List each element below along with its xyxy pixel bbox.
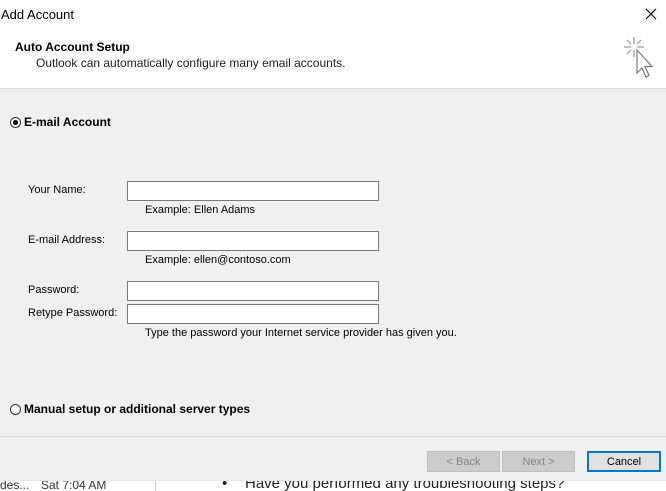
your-name-label: Your Name: — [28, 184, 86, 196]
wizard-sparkle-cursor-icon — [624, 37, 654, 78]
email-account-radio[interactable] — [10, 116, 21, 128]
your-name-input[interactable] — [127, 181, 379, 201]
retype-password-input[interactable] — [127, 304, 379, 324]
email-address-label: E-mail Address: — [28, 234, 106, 246]
cancel-button[interactable]: Cancel — [587, 451, 661, 472]
background-divider — [155, 481, 156, 491]
your-name-hint: Example: Ellen Adams — [145, 204, 256, 216]
retype-password-label: Retype Password: — [28, 307, 118, 319]
close-button[interactable] — [636, 0, 666, 30]
close-icon — [645, 8, 657, 20]
password-label: Password: — [28, 284, 80, 296]
background-bullet: • — [222, 480, 228, 491]
email-account-option[interactable]: E-mail Account — [10, 115, 111, 129]
footer-divider — [0, 436, 666, 437]
wizard-header: Auto Account Setup Outlook can automatic… — [0, 30, 666, 89]
window-title: Add Account — [1, 7, 74, 22]
password-hint: Type the password your Internet service … — [145, 327, 457, 339]
background-question: Have you performed any troubleshooting s… — [245, 480, 565, 491]
background-window-strip: des... Sat 7:04 AM • Have you performed … — [0, 480, 666, 491]
add-account-dialog: Add Account Auto Account Setup Outlook c… — [0, 0, 666, 480]
background-list-fragment: des... — [0, 480, 30, 491]
page-title: Auto Account Setup — [15, 40, 130, 54]
manual-setup-label: Manual setup or additional server types — [24, 402, 251, 416]
next-button[interactable]: Next > — [502, 451, 575, 472]
page-subtitle: Outlook can automatically configure many… — [36, 56, 346, 70]
background-timestamp: Sat 7:04 AM — [41, 480, 107, 491]
password-input[interactable] — [127, 281, 379, 301]
manual-setup-option[interactable]: Manual setup or additional server types — [10, 402, 250, 416]
title-bar: Add Account — [0, 0, 666, 30]
email-address-hint: Example: ellen@contoso.com — [145, 254, 291, 266]
email-account-label: E-mail Account — [24, 115, 111, 129]
back-button[interactable]: < Back — [427, 451, 500, 472]
email-address-input[interactable] — [127, 231, 379, 251]
manual-setup-radio[interactable] — [10, 403, 21, 415]
